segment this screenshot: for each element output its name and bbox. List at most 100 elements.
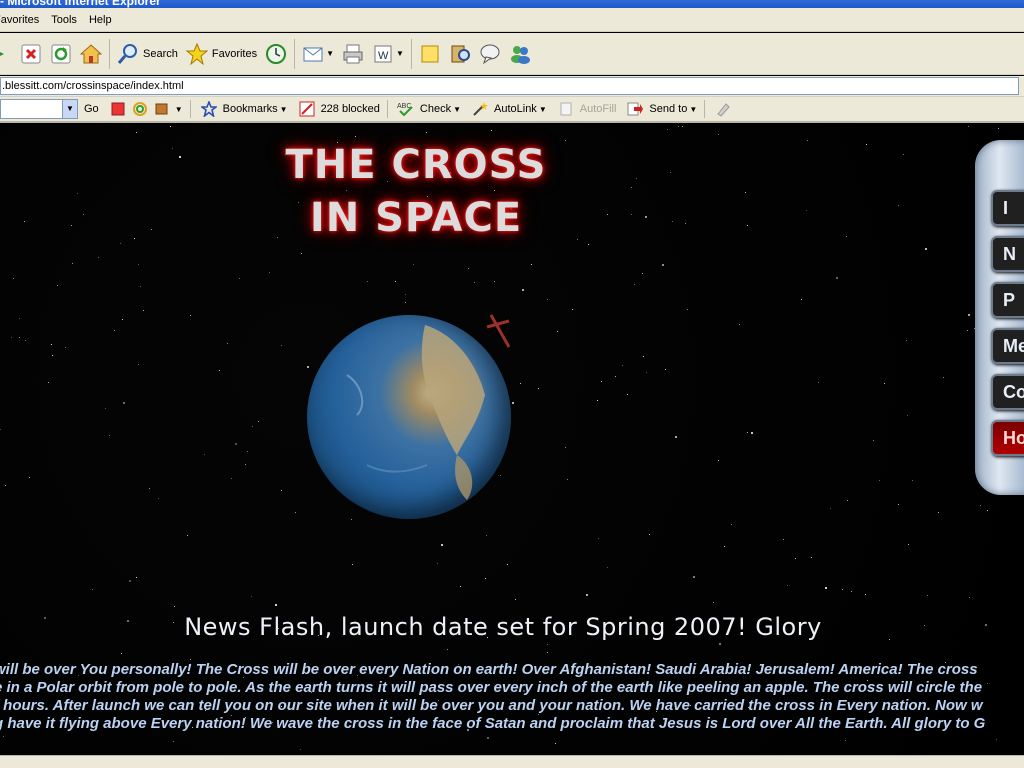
bookmark-star-icon	[198, 98, 220, 120]
refresh-button[interactable]	[46, 36, 76, 72]
star-dot	[426, 132, 427, 133]
home-icon	[80, 43, 102, 65]
chevron-down-icon: ▼	[453, 104, 461, 114]
print-button[interactable]	[338, 36, 368, 72]
site-title-logo[interactable]: THE CROSS IN SPACE	[283, 139, 549, 245]
star-dot	[258, 421, 259, 422]
nav-button-2[interactable]: N	[991, 236, 1024, 272]
nav-button-home[interactable]: Ho	[991, 420, 1024, 456]
star-dot	[98, 257, 99, 258]
menu-tools[interactable]: Tools	[45, 9, 83, 31]
send-to-button[interactable]: Send to ▼	[620, 98, 701, 120]
favorites-button[interactable]: Favorites	[182, 36, 261, 72]
site-title-line-2: IN SPACE	[309, 195, 523, 241]
star-dot	[29, 477, 30, 478]
star-dot	[486, 535, 487, 536]
star-dot	[811, 557, 812, 558]
toolbar-separator	[386, 100, 388, 118]
stop-button[interactable]	[16, 36, 46, 72]
star-dot	[631, 214, 632, 215]
star-dot	[724, 546, 725, 547]
star-dot	[269, 272, 270, 273]
search-button[interactable]: Search	[113, 36, 182, 72]
highlight-button[interactable]	[708, 98, 738, 120]
toolbar-options-button[interactable]: ▼	[103, 98, 187, 120]
star-dot	[747, 225, 748, 226]
star-dot	[275, 604, 277, 606]
star-dot	[441, 544, 443, 546]
google-search-input[interactable]: ▼	[0, 99, 78, 119]
star-dot	[898, 504, 899, 505]
chevron-down-icon[interactable]: ▼	[326, 49, 334, 58]
star-dot	[300, 749, 301, 750]
autolink-button[interactable]: AutoLink ▼	[465, 98, 551, 120]
blocked-count-label: 228 blocked	[320, 103, 380, 115]
star-dot	[645, 216, 647, 218]
puzzle-icon	[151, 98, 173, 120]
star-dot	[413, 264, 414, 265]
notes-button[interactable]	[415, 36, 445, 72]
menu-favorites[interactable]: Favorites	[0, 9, 45, 31]
site-title-line-1: THE CROSS	[285, 142, 547, 188]
star-dot	[830, 508, 831, 509]
star-dot	[227, 343, 228, 344]
chevron-down-icon[interactable]: ▼	[396, 49, 404, 58]
nav-button-4[interactable]: Mes	[991, 328, 1024, 364]
chevron-down-icon[interactable]: ▼	[62, 100, 77, 118]
research-icon	[449, 43, 471, 65]
discuss-button[interactable]	[475, 36, 505, 72]
go-button[interactable]: Go	[80, 98, 103, 120]
star-dot	[114, 330, 115, 331]
marquee-line: will be over You personally! The Cross w…	[0, 661, 978, 678]
edit-button[interactable]: W ▼	[368, 36, 408, 72]
messenger-button[interactable]	[505, 36, 535, 72]
star-dot	[487, 737, 489, 739]
spell-check-button[interactable]: ABC Check ▼	[391, 98, 465, 120]
speech-bubble-icon	[479, 43, 501, 65]
home-button[interactable]	[76, 36, 106, 72]
forward-button[interactable]	[0, 36, 16, 72]
star-dot	[252, 426, 253, 427]
star-dot	[190, 659, 191, 660]
popup-blocker-button[interactable]: 228 blocked	[292, 98, 384, 120]
star-dot	[672, 221, 673, 222]
chevron-down-icon: ▼	[538, 104, 547, 114]
star-dot	[678, 126, 679, 127]
star-dot	[718, 460, 719, 461]
star-dot	[491, 130, 492, 131]
star-dot	[634, 284, 635, 285]
menu-help[interactable]: Help	[83, 9, 118, 31]
toolbar-separator	[109, 38, 110, 69]
bookmarks-button[interactable]: Bookmarks ▼	[194, 98, 292, 120]
spellcheck-icon: ABC	[395, 98, 417, 120]
star-dot	[795, 558, 796, 559]
star-dot	[460, 586, 461, 587]
research-button[interactable]	[445, 36, 475, 72]
star-dot	[48, 382, 49, 383]
autofill-button[interactable]: AutoFill	[551, 98, 621, 120]
word-icon: W	[372, 43, 394, 65]
mail-button[interactable]: ▼	[298, 36, 338, 72]
star-dot	[24, 221, 25, 222]
star-dot	[907, 415, 908, 416]
star-dot	[555, 743, 556, 744]
star-dot	[646, 372, 647, 373]
star-dot	[143, 310, 144, 311]
star-dot	[783, 539, 784, 540]
nav-button-3[interactable]: P	[991, 282, 1024, 318]
history-button[interactable]	[261, 36, 291, 72]
address-field[interactable]: .blessitt.com/crossinspace/index.html	[0, 77, 1019, 95]
star-dot	[239, 278, 240, 279]
star-dot	[352, 564, 353, 565]
chevron-down-icon[interactable]: ▼	[175, 105, 183, 114]
star-dot	[565, 140, 566, 141]
send-to-label: Send to	[649, 103, 688, 115]
star-dot	[77, 193, 78, 194]
star-dot	[122, 319, 123, 320]
nav-button-1[interactable]: I	[991, 190, 1024, 226]
star-dot	[3, 736, 4, 737]
nav-button-5[interactable]: Co	[991, 374, 1024, 410]
search-icon	[117, 43, 139, 65]
browser-window: - Microsoft Internet Explorer Favorites …	[0, 0, 1024, 768]
star-icon	[185, 42, 208, 65]
